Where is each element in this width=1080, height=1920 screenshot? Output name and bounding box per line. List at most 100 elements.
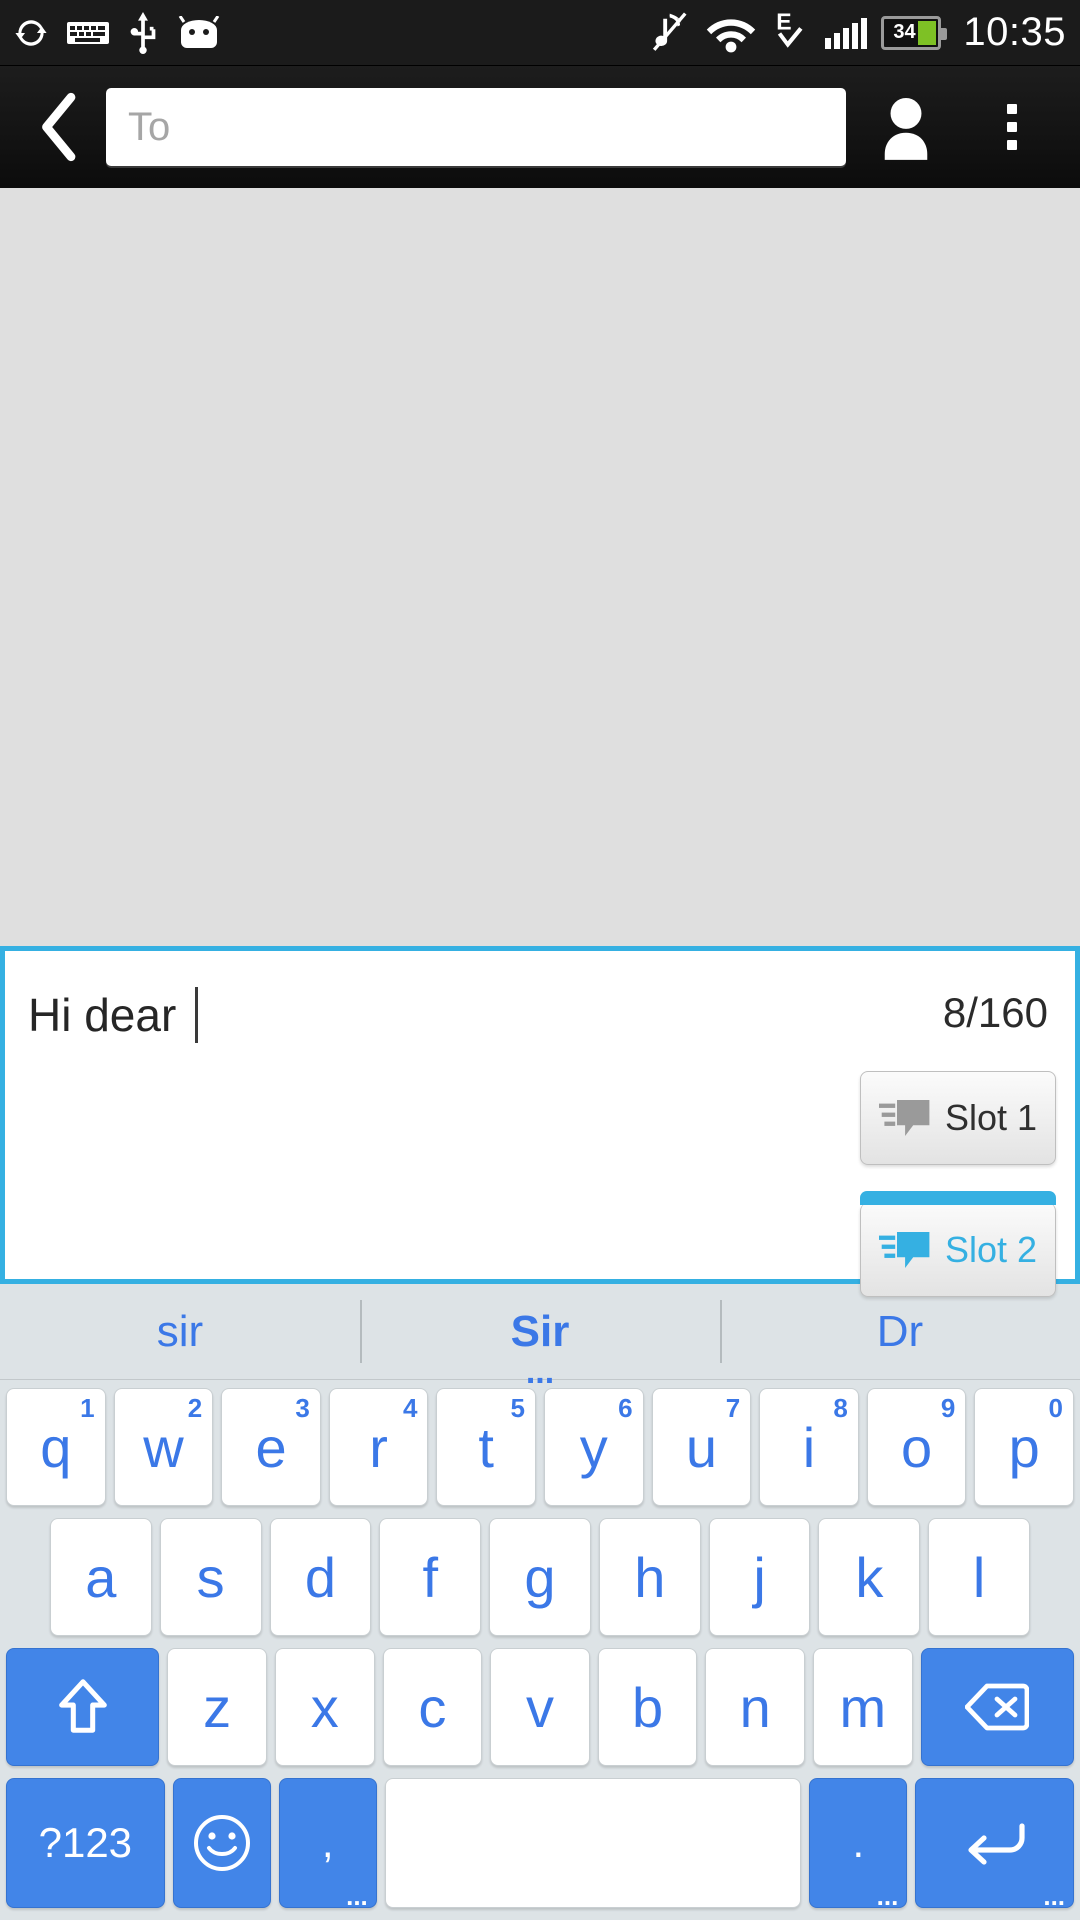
phone-screen: E 34 10:35 To Hi dear 8/160 Slot 1 Slot …: [0, 0, 1080, 1920]
key-more-hint: ...: [1043, 1881, 1066, 1912]
key-label: f: [422, 1545, 438, 1609]
key-p[interactable]: p0: [974, 1388, 1074, 1506]
send-message-icon: [878, 1094, 933, 1142]
key-q[interactable]: q1: [6, 1388, 106, 1506]
key-c[interactable]: c: [382, 1648, 483, 1766]
key-k[interactable]: k: [818, 1518, 921, 1636]
text-cursor: [195, 987, 199, 1043]
send-slot-1-label: Slot 1: [944, 1097, 1038, 1138]
key-label: n: [739, 1675, 771, 1739]
key-v[interactable]: v: [490, 1648, 590, 1766]
signal-bars-icon: [825, 17, 868, 49]
send-slot-1-button[interactable]: Slot 1: [860, 1071, 1056, 1165]
back-chevron-icon: [42, 92, 76, 162]
status-bar-clock: 10:35: [963, 10, 1066, 54]
key-number: 9: [940, 1393, 956, 1423]
key-label: v: [526, 1675, 554, 1739]
android-robot-icon: [176, 15, 222, 50]
space-key[interactable]: [384, 1778, 802, 1908]
key-f[interactable]: f: [379, 1518, 482, 1636]
suggestion-item-1[interactable]: Sir ...: [360, 1284, 720, 1389]
suggestion-bar: sir Sir ... Dr: [0, 1284, 1080, 1389]
suggestion-item-0[interactable]: sir: [0, 1284, 360, 1379]
key-label: ,: [321, 1819, 334, 1866]
key-label: i: [802, 1415, 816, 1479]
music-muted-icon: [651, 11, 691, 55]
emoji-key[interactable]: [172, 1778, 271, 1908]
status-bar: E 34 10:35: [0, 0, 1080, 66]
key-z[interactable]: z: [167, 1648, 267, 1766]
battery-percent: 34: [893, 21, 916, 43]
send-slot-2-button[interactable]: Slot 2: [860, 1191, 1056, 1297]
key-b[interactable]: b: [597, 1648, 698, 1766]
key-n[interactable]: n: [705, 1648, 806, 1766]
key-number: 2: [187, 1393, 203, 1423]
key-l[interactable]: l: [928, 1518, 1031, 1636]
back-button[interactable]: [22, 87, 92, 167]
backspace-key[interactable]: [920, 1648, 1074, 1766]
key-label: p: [1008, 1415, 1040, 1479]
backspace-icon: [965, 1682, 1030, 1732]
key-number: 3: [295, 1393, 310, 1423]
key-number: 4: [402, 1393, 418, 1423]
comma-key[interactable]: , ...: [278, 1778, 377, 1912]
key-u[interactable]: u7: [651, 1388, 752, 1506]
suggestion-more-icon[interactable]: ...: [526, 1355, 554, 1389]
battery-icon: 34: [881, 15, 948, 50]
key-label: y: [579, 1415, 608, 1479]
contacts-button[interactable]: [860, 81, 952, 173]
key-a[interactable]: a: [49, 1518, 152, 1636]
status-bar-right-icons: E 34 10:35: [651, 10, 1066, 56]
key-w[interactable]: w2: [113, 1388, 214, 1506]
key-m[interactable]: m: [813, 1648, 913, 1766]
message-input[interactable]: Hi dear: [28, 987, 199, 1043]
smiley-icon: [190, 1811, 254, 1875]
enter-key[interactable]: ...: [915, 1778, 1075, 1912]
recipient-input[interactable]: To: [106, 88, 846, 166]
key-label: l: [972, 1545, 986, 1609]
overflow-menu-button[interactable]: [966, 81, 1058, 173]
key-h[interactable]: h: [598, 1518, 701, 1636]
key-o[interactable]: o9: [866, 1388, 967, 1506]
key-label: r: [369, 1415, 388, 1479]
person-icon: [884, 98, 928, 160]
key-d[interactable]: d: [269, 1518, 372, 1636]
keyboard-row-2: a s d f g h j k l: [6, 1518, 1074, 1636]
message-input-text: Hi dear: [28, 989, 190, 1041]
suggestion-label: Dr: [876, 1306, 924, 1356]
key-number: 1: [80, 1393, 95, 1423]
suggestion-item-2[interactable]: Dr: [720, 1284, 1080, 1379]
suggestion-label: sir: [156, 1306, 204, 1356]
battery-fill: [918, 20, 937, 45]
key-label: x: [310, 1675, 339, 1739]
key-more-hint: ...: [346, 1881, 368, 1912]
symbols-key[interactable]: ?123: [5, 1778, 165, 1908]
send-slot-2-label: Slot 2: [944, 1228, 1038, 1270]
key-label: h: [634, 1545, 666, 1609]
key-label: a: [85, 1545, 117, 1609]
key-number: 7: [725, 1393, 741, 1423]
key-g[interactable]: g: [489, 1518, 591, 1636]
key-r[interactable]: r4: [328, 1388, 429, 1506]
key-y[interactable]: y6: [544, 1388, 644, 1506]
key-label: q: [40, 1415, 72, 1479]
usb-icon: [128, 11, 158, 54]
shift-key[interactable]: [6, 1648, 160, 1766]
keyboard-row-3: z x c v b n m: [6, 1648, 1074, 1766]
key-label: e: [255, 1415, 287, 1479]
key-i[interactable]: i8: [759, 1388, 859, 1506]
key-number: 5: [510, 1393, 525, 1423]
key-x[interactable]: x: [274, 1648, 375, 1766]
character-counter: 8/160: [942, 989, 1048, 1036]
key-s[interactable]: s: [159, 1518, 262, 1636]
key-e[interactable]: e3: [221, 1388, 321, 1506]
key-t[interactable]: t5: [436, 1388, 536, 1506]
sync-icon: [14, 14, 48, 52]
key-j[interactable]: j: [708, 1518, 811, 1636]
key-label: z: [203, 1675, 232, 1739]
key-label: o: [901, 1415, 933, 1479]
period-key[interactable]: . ...: [809, 1778, 908, 1912]
suggestion-label: Sir: [510, 1306, 570, 1356]
key-more-hint: ...: [876, 1881, 899, 1912]
compose-area[interactable]: Hi dear 8/160 Slot 1 Slot 2: [0, 946, 1080, 1297]
